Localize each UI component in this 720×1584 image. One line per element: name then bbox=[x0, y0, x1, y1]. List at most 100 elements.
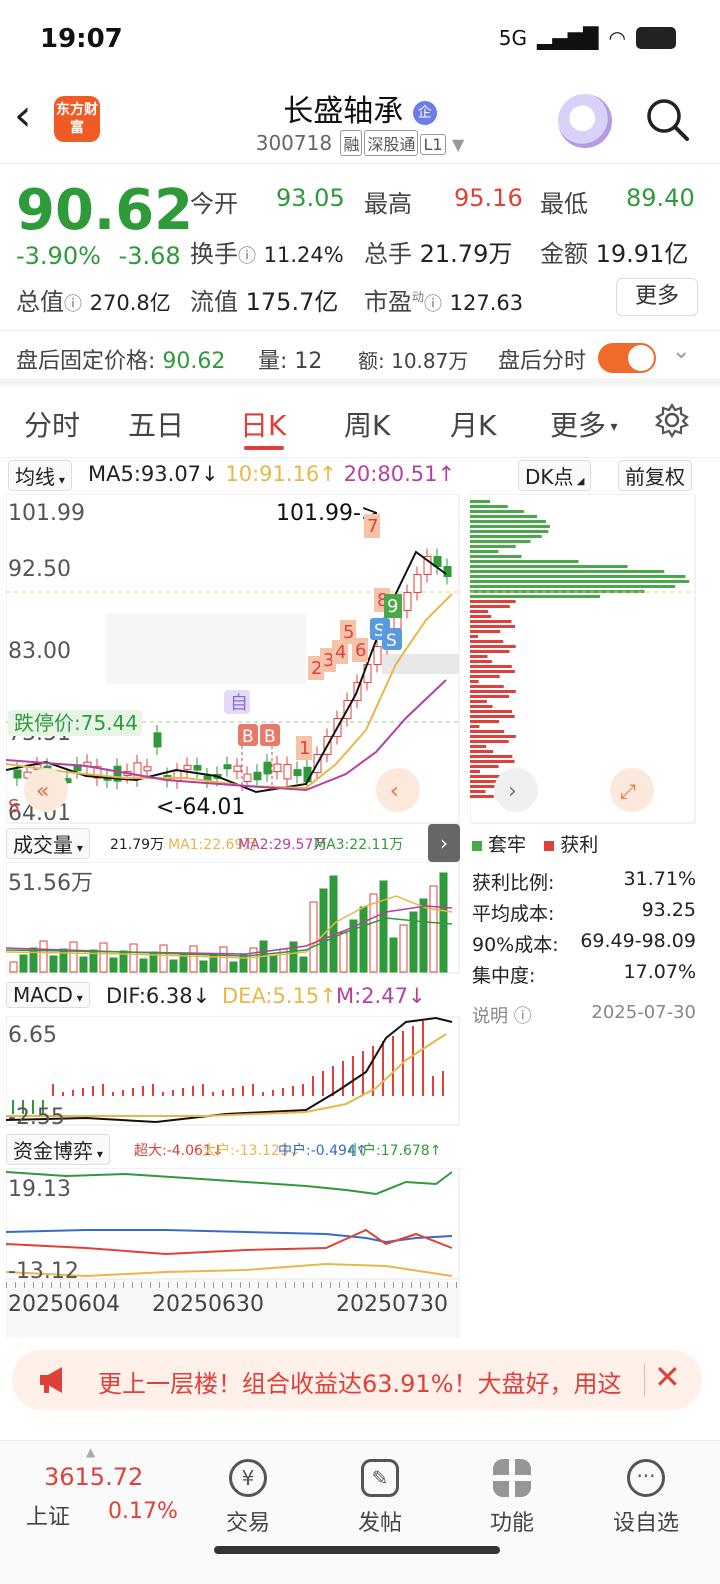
volume-bar bbox=[389, 937, 398, 973]
chip-bar bbox=[470, 500, 490, 503]
field-turnover[interactable]: 换手ⓘ 11.24% bbox=[190, 234, 344, 269]
chip-bar bbox=[470, 550, 499, 553]
fund-large: 大户:-13.123 bbox=[202, 1143, 289, 1159]
macd-bar bbox=[202, 1084, 204, 1096]
chip-bar bbox=[470, 755, 513, 758]
tag-connect: 深股通 bbox=[364, 130, 419, 156]
chip-bar bbox=[470, 745, 487, 748]
chevron-left-icon[interactable]: ‹ bbox=[390, 779, 399, 804]
fund-selector[interactable]: 资金博弈 ▾ bbox=[6, 1134, 110, 1165]
after-hours-volume: 量: 12 bbox=[258, 349, 323, 374]
tab-five-day[interactable]: 五日 bbox=[128, 404, 184, 444]
chevron-down-icon[interactable]: ⌄ bbox=[672, 339, 690, 364]
after-hours-toggle[interactable] bbox=[598, 343, 656, 373]
fund-chart: 19.13 -13.12 bbox=[6, 1168, 460, 1280]
chip-row: 集中度: 17.07% bbox=[472, 961, 696, 987]
chip-bar bbox=[470, 545, 516, 548]
chip-bar bbox=[470, 520, 546, 523]
macd-m: M:2.47 bbox=[336, 984, 408, 1008]
index-ticker[interactable]: ▲ 3615.72 上证 0.17% bbox=[24, 1445, 184, 1545]
candle-body bbox=[373, 646, 382, 666]
chip-bar bbox=[470, 525, 550, 528]
chip-bar bbox=[470, 600, 516, 603]
volume-bar bbox=[199, 960, 208, 973]
volume-selector[interactable]: 成交量 ▾ bbox=[6, 828, 90, 859]
chip-bar bbox=[470, 640, 504, 643]
macd-bar bbox=[272, 1090, 274, 1096]
field-pe[interactable]: 市盈动ⓘ 127.63 bbox=[364, 282, 523, 317]
macd-bar bbox=[422, 1021, 424, 1096]
chip-bar bbox=[470, 505, 508, 508]
volume-bar bbox=[99, 942, 108, 973]
tab-more[interactable]: 更多 ▾ bbox=[550, 404, 618, 444]
volume-bar bbox=[299, 956, 308, 973]
adjust-button[interactable]: 前复权 bbox=[618, 460, 692, 491]
period-tabs: 分时 五日 日K 周K 月K 更多 ▾ bbox=[0, 392, 720, 458]
candle-body bbox=[263, 761, 272, 775]
search-icon[interactable] bbox=[644, 96, 690, 142]
promo-banner[interactable]: 更上一层楼！组合收益达63.91%！大盘好，用这 ✕ bbox=[12, 1350, 702, 1410]
nav-watchlist[interactable]: ··· 设自选 bbox=[596, 1459, 696, 1537]
macd-bar bbox=[322, 1071, 324, 1096]
field-market-cap[interactable]: 总值ⓘ 270.8亿 bbox=[16, 282, 171, 317]
macd-bar bbox=[342, 1061, 344, 1096]
chip-bar bbox=[470, 740, 509, 743]
tab-intraday[interactable]: 分时 bbox=[24, 404, 80, 444]
index-percent: 0.17% bbox=[108, 1499, 178, 1524]
candle-body bbox=[273, 763, 282, 773]
chip-note-row[interactable]: 说明 ⓘ 2025-07-30 bbox=[472, 1002, 696, 1042]
tab-weekly-k[interactable]: 周K bbox=[344, 404, 390, 444]
price-change: -3.90% -3.68 bbox=[16, 242, 181, 270]
tab-monthly-k[interactable]: 月K bbox=[450, 404, 496, 444]
volume-bar bbox=[249, 947, 258, 973]
macd-selector[interactable]: MACD ▾ bbox=[6, 982, 90, 1008]
volume-bar bbox=[109, 957, 118, 973]
candle-body bbox=[413, 574, 422, 594]
macd-bar bbox=[222, 1090, 224, 1096]
volume-bar bbox=[369, 893, 378, 973]
assistant-avatar[interactable] bbox=[558, 94, 612, 148]
macd-bar bbox=[122, 1090, 124, 1096]
volume-bar bbox=[339, 932, 348, 973]
macd-chart: 6.65 -2.55 bbox=[6, 1016, 460, 1126]
more-button[interactable]: 更多 bbox=[616, 278, 698, 316]
kline-chart[interactable]: 101.99 92.50 83.00 73.51 64.01 跌停价:75.44… bbox=[6, 494, 460, 824]
limit-down-label: 跌停价:75.44 bbox=[14, 711, 138, 735]
index-name: 上证 bbox=[26, 1505, 71, 1530]
tab-daily-k[interactable]: 日K bbox=[240, 404, 286, 444]
candle-body bbox=[233, 765, 242, 772]
stock-subtitle[interactable]: 300718 融深股通 L1 ▼ bbox=[0, 130, 720, 156]
macd-bar bbox=[132, 1088, 134, 1096]
chip-bar bbox=[470, 660, 492, 663]
expand-icon[interactable]: ⤢ bbox=[620, 779, 636, 803]
chip-bar bbox=[470, 720, 500, 723]
volume-bar bbox=[9, 961, 18, 973]
chevron-right-icon[interactable]: › bbox=[508, 779, 517, 804]
settings-gear-icon[interactable] bbox=[654, 402, 690, 438]
close-icon[interactable]: ✕ bbox=[654, 1358, 681, 1396]
macd-bar bbox=[292, 1086, 294, 1096]
nav-trade[interactable]: ¥ 交易 bbox=[198, 1459, 298, 1537]
chip-bar bbox=[470, 625, 516, 628]
nav-post[interactable]: ✎ 发帖 bbox=[330, 1459, 430, 1537]
chip-bar bbox=[470, 560, 579, 563]
chip-bar bbox=[470, 615, 492, 618]
chip-bar bbox=[470, 715, 515, 718]
nav-functions[interactable]: 功能 bbox=[462, 1459, 562, 1537]
ma-selector[interactable]: 均线 ▾ bbox=[8, 460, 72, 491]
dk-point-button[interactable]: DK点 ◢ bbox=[518, 460, 592, 491]
buy-tag-1[interactable]: B bbox=[242, 727, 254, 747]
chip-bar bbox=[470, 540, 531, 543]
double-left-icon[interactable]: « bbox=[36, 779, 49, 804]
banner-text: 更上一层楼！组合收益达63.91%！大盘好，用这 bbox=[98, 1370, 622, 1398]
sell-tag-2[interactable]: S bbox=[386, 631, 397, 651]
candle-body bbox=[203, 775, 212, 781]
more-dots-icon: ··· bbox=[627, 1459, 665, 1497]
collapse-chevron-icon[interactable]: › bbox=[428, 824, 460, 862]
chip-date: 2025-07-30 bbox=[591, 1002, 696, 1023]
chip-bar bbox=[470, 700, 487, 703]
chip-bar bbox=[470, 725, 480, 728]
macd-bar bbox=[432, 1076, 434, 1096]
macd-bar bbox=[62, 1092, 64, 1096]
buy-tag-2[interactable]: B bbox=[264, 727, 276, 747]
